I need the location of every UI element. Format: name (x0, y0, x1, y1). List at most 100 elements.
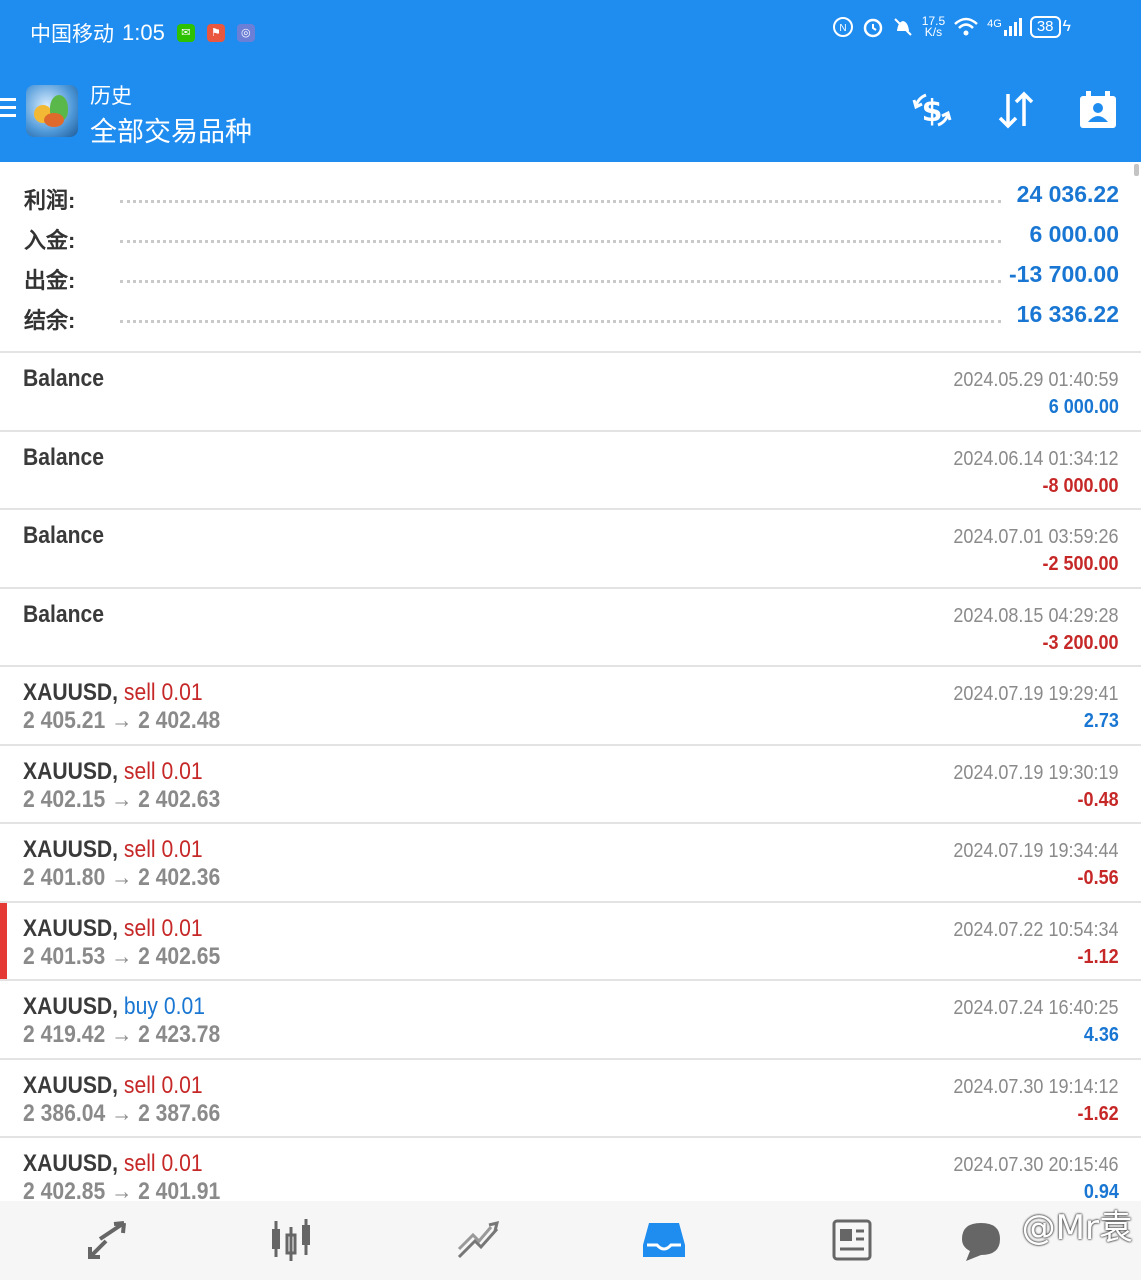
notification-app2-icon: ◎ (236, 24, 255, 42)
row-title: XAUUSD, sell 0.01 (23, 758, 203, 786)
history-row[interactable]: Balance 2024.08.15 04:29:28 -3 200.00 (0, 589, 1141, 667)
row-title: XAUUSD, buy 0.01 (23, 993, 205, 1021)
page-subtitle: 历史 (90, 85, 132, 108)
symbol-label: XAUUSD, (23, 1150, 119, 1177)
scrollbar-thumb[interactable] (1134, 164, 1139, 176)
row-amount: -8 000.00 (1042, 474, 1119, 497)
history-row[interactable]: XAUUSD, sell 0.01 2 401.53 → 2 402.65 2024… (0, 902, 1141, 981)
row-title: Balance (23, 365, 104, 393)
history-row[interactable]: XAUUSD, sell 0.01 2 405.21 → 2 402.48 2024… (0, 667, 1141, 746)
row-amount: -0.56 (1077, 867, 1119, 889)
row-datetime: 2024.07.19 19:34:44 (953, 840, 1119, 862)
symbol-label: XAUUSD, (23, 679, 119, 706)
summary-row-balance: 结余: 16 336.22 (0, 296, 1141, 336)
chat-icon[interactable] (958, 1217, 1004, 1263)
app-header: 中国移动 1:05 ✉ ⚑ ◎ N 17.5 K/s 4G 38 ϟ 历史 全部… (0, 0, 1141, 162)
row-title: Balance (23, 601, 104, 629)
row-datetime: 2024.07.19 19:30:19 (953, 761, 1119, 784)
symbol-label: XAUUSD, (23, 757, 119, 785)
row-amount: -1.62 (1077, 1102, 1119, 1125)
row-amount: 4.36 (1083, 1024, 1119, 1046)
trade-direction-volume: buy 0.01 (123, 993, 205, 1020)
row-datetime: 2024.08.15 04:29:28 (953, 604, 1119, 627)
symbol-label: XAUUSD, (23, 1071, 119, 1099)
history-row[interactable]: XAUUSD, buy 0.01 2 419.42 → 2 423.78 2024.… (0, 981, 1141, 1060)
row-title: Balance (23, 444, 104, 472)
summary-panel: 利润: 24 036.22 入金: 6 000.00 出金: -13 700.0… (0, 176, 1141, 336)
history-icon[interactable] (641, 1217, 687, 1263)
symbol-filter-title[interactable]: 全部交易品种 (90, 110, 252, 149)
summary-row-deposit: 入金: 6 000.00 (0, 216, 1141, 256)
deposit-value: 6 000.00 (1021, 221, 1119, 248)
network-speed: 17.5 K/s (922, 15, 945, 39)
speed-unit: K/s (924, 25, 943, 39)
history-row[interactable]: Balance 2024.05.29 01:40:59 6 000.00 (0, 353, 1141, 432)
mute-icon (894, 18, 912, 36)
symbol-label: XAUUSD, (23, 993, 119, 1020)
status-bar-left: 中国移动 1:05 ✉ ⚑ ◎ (30, 18, 255, 48)
trend-icon[interactable] (455, 1217, 501, 1263)
sort-icon[interactable] (994, 88, 1038, 132)
wechat-icon: ✉ (176, 24, 195, 42)
alarm-icon (863, 18, 883, 38)
profit-value: 24 036.22 (1008, 181, 1119, 208)
symbol-label: Balance (23, 522, 105, 549)
nfc-icon: N (832, 17, 853, 37)
row-title: XAUUSD, sell 0.01 (23, 1072, 203, 1100)
symbol-label: Balance (23, 443, 105, 471)
row-title: XAUUSD, sell 0.01 (23, 915, 203, 943)
open-close-prices: 2 401.53 → 2 402.65 (23, 942, 221, 970)
row-title: Balance (23, 522, 104, 550)
balance-label: 结余: (24, 303, 82, 335)
row-amount: -0.48 (1077, 788, 1119, 811)
row-title: XAUUSD, sell 0.01 (23, 1150, 203, 1178)
history-row[interactable]: XAUUSD, sell 0.01 2 386.04 → 2 387.66 2024… (0, 1060, 1141, 1138)
row-datetime: 2024.05.29 01:40:59 (953, 369, 1119, 391)
trade-direction-volume: sell 0.01 (123, 1150, 203, 1177)
deposit-withdraw-icon[interactable]: $ (910, 88, 954, 132)
history-row[interactable]: XAUUSD, sell 0.01 2 402.15 → 2 402.63 2024… (0, 746, 1141, 824)
history-list: Balance 2024.05.29 01:40:59 6 000.00 Balanc… (0, 351, 1141, 1201)
symbol-label: XAUUSD, (23, 914, 119, 942)
wifi-icon (954, 17, 978, 36)
open-close-prices: 2 405.21 → 2 402.48 (23, 707, 221, 734)
notification-app-icon: ⚑ (206, 24, 225, 42)
row-datetime: 2024.07.30 19:14:12 (953, 1075, 1119, 1098)
trade-direction-volume: sell 0.01 (123, 836, 203, 863)
battery-level: 38 (1029, 16, 1061, 38)
trade-direction-volume: sell 0.01 (123, 1071, 203, 1099)
row-amount: 6 000.00 (1048, 396, 1119, 418)
open-close-prices: 2 401.80 → 2 402.36 (23, 864, 221, 891)
trade-direction-volume: sell 0.01 (123, 914, 203, 942)
clock: 1:05 (122, 20, 165, 45)
calendar-period-icon[interactable] (1076, 88, 1120, 132)
battery-indicator: 38 ϟ (1029, 16, 1071, 38)
menu-icon[interactable] (0, 98, 16, 122)
status-bar-right: N 17.5 K/s 4G 38 ϟ (832, 15, 1071, 39)
row-title: XAUUSD, sell 0.01 (23, 836, 203, 864)
trade-icon[interactable] (84, 1217, 130, 1263)
history-row[interactable]: Balance 2024.07.01 03:59:26 -2 500.00 (0, 510, 1141, 589)
row-amount: 2.73 (1083, 710, 1119, 732)
chart-icon[interactable] (268, 1217, 314, 1263)
row-datetime: 2024.07.19 19:29:41 (953, 683, 1119, 705)
withdrawal-label: 出金: (24, 263, 82, 295)
network-type: 4G (987, 18, 1002, 30)
profit-label: 利润: (24, 183, 82, 215)
deposit-label: 入金: (24, 223, 82, 255)
history-row[interactable]: XAUUSD, sell 0.01 2 401.80 → 2 402.36 2024… (0, 824, 1141, 903)
row-datetime: 2024.07.01 03:59:26 (953, 526, 1119, 548)
symbol-label: Balance (23, 600, 105, 628)
row-amount: -3 200.00 (1042, 631, 1119, 654)
open-close-prices: 2 386.04 → 2 387.66 (23, 1099, 221, 1127)
row-title: XAUUSD, sell 0.01 (23, 679, 203, 707)
history-row[interactable]: XAUUSD, sell 0.01 2 402.85 → 2 401.91 2024… (0, 1138, 1141, 1201)
trade-direction-volume: sell 0.01 (123, 757, 203, 785)
news-icon[interactable] (828, 1217, 874, 1263)
carrier-label: 中国移动 (30, 23, 114, 46)
symbol-label: XAUUSD, (23, 836, 119, 863)
row-amount: 0.94 (1083, 1181, 1119, 1201)
history-row[interactable]: Balance 2024.06.14 01:34:12 -8 000.00 (0, 432, 1141, 510)
open-close-prices: 2 402.85 → 2 401.91 (23, 1178, 221, 1201)
row-datetime: 2024.06.14 01:34:12 (953, 447, 1119, 470)
